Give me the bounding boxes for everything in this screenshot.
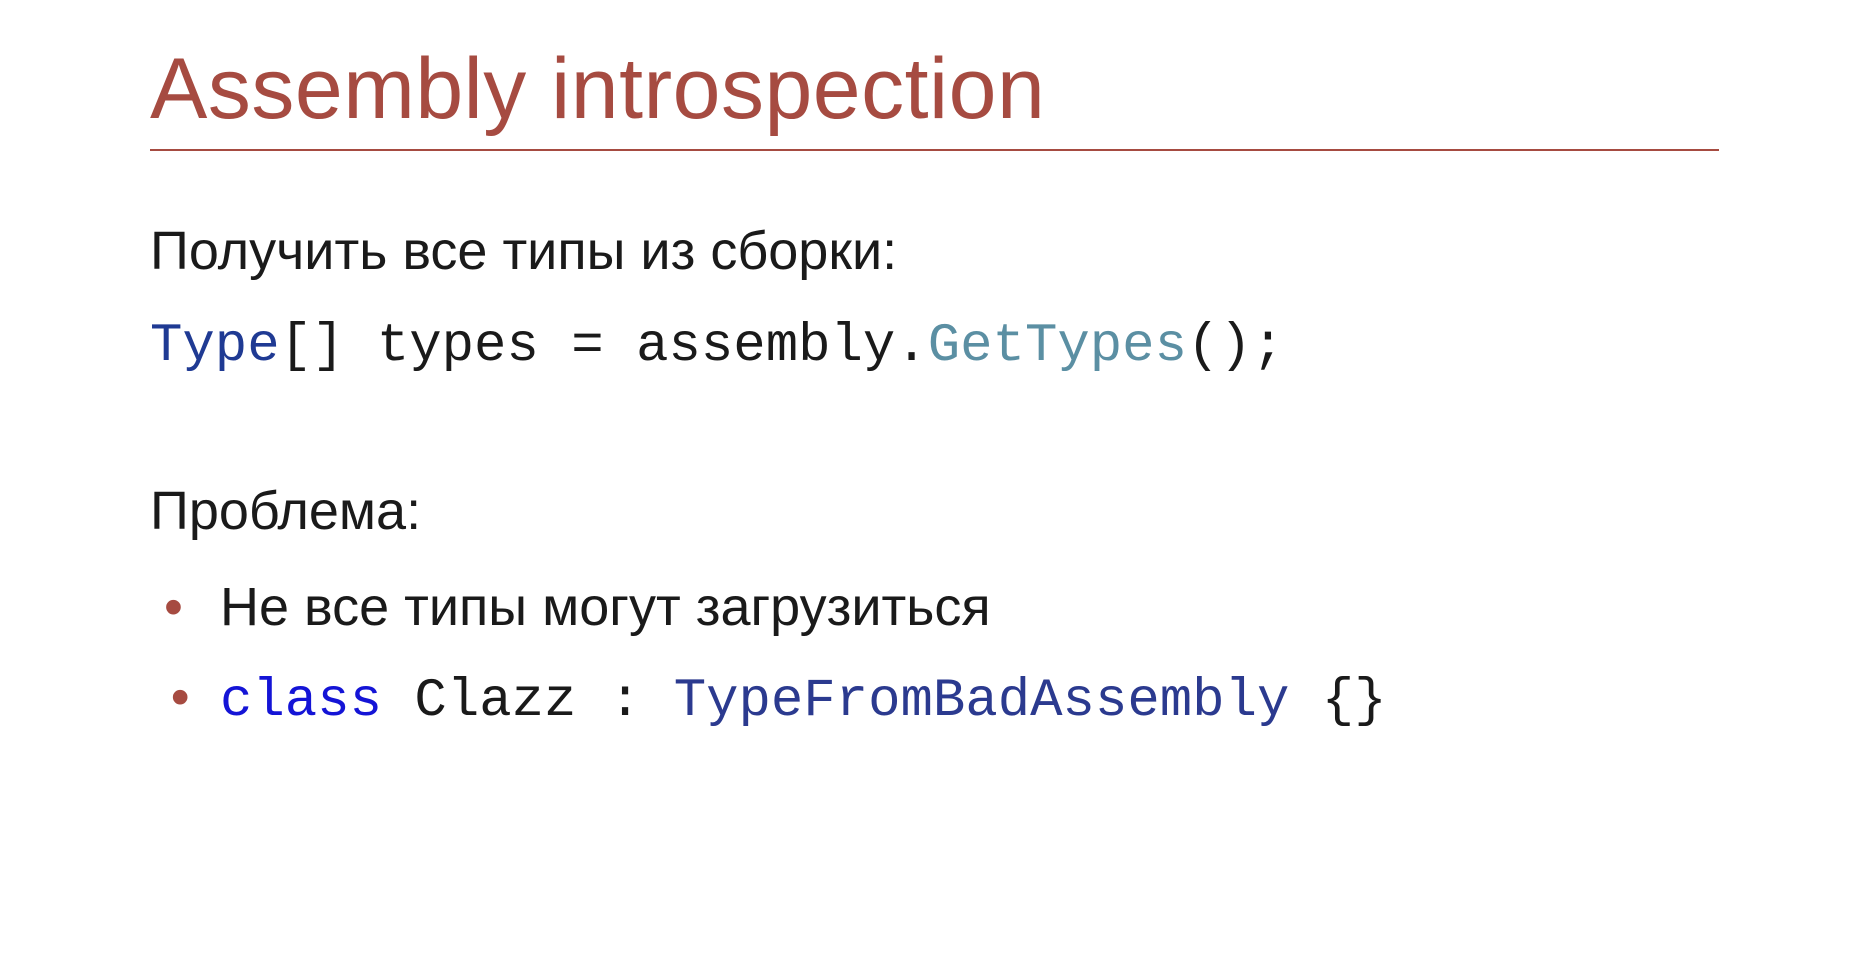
slide-title: Assembly introspection xyxy=(150,40,1719,151)
code-token: Clazz : xyxy=(382,671,674,732)
bullet-item-2: class Clazz : TypeFromBadAssembly {} xyxy=(150,660,1719,744)
code-token: {} xyxy=(1289,671,1386,732)
code-token-keyword: class xyxy=(220,671,382,732)
bullet-item-1: Не все типы могут загрузиться xyxy=(150,566,1719,650)
slide: Assembly introspection Получить все типы… xyxy=(0,0,1869,813)
code-token: [] types = assembly. xyxy=(280,316,928,377)
code-token-type: Type xyxy=(150,316,280,377)
section1-heading: Получить все типы из сборки: xyxy=(150,211,1719,292)
code-token-type: TypeFromBadAssembly xyxy=(674,671,1290,732)
code-token-method: GetTypes xyxy=(928,316,1187,377)
bullet-list: Не все типы могут загрузиться class Claz… xyxy=(150,566,1719,743)
spacer xyxy=(150,401,1719,471)
section2-heading: Проблема: xyxy=(150,471,1719,552)
bullet-text: Не все типы могут загрузиться xyxy=(220,577,991,637)
slide-body: Получить все типы из сборки: Type[] type… xyxy=(150,211,1719,743)
code-token: (); xyxy=(1187,316,1284,377)
code-line-1: Type[] types = assembly.GetTypes(); xyxy=(150,306,1719,387)
